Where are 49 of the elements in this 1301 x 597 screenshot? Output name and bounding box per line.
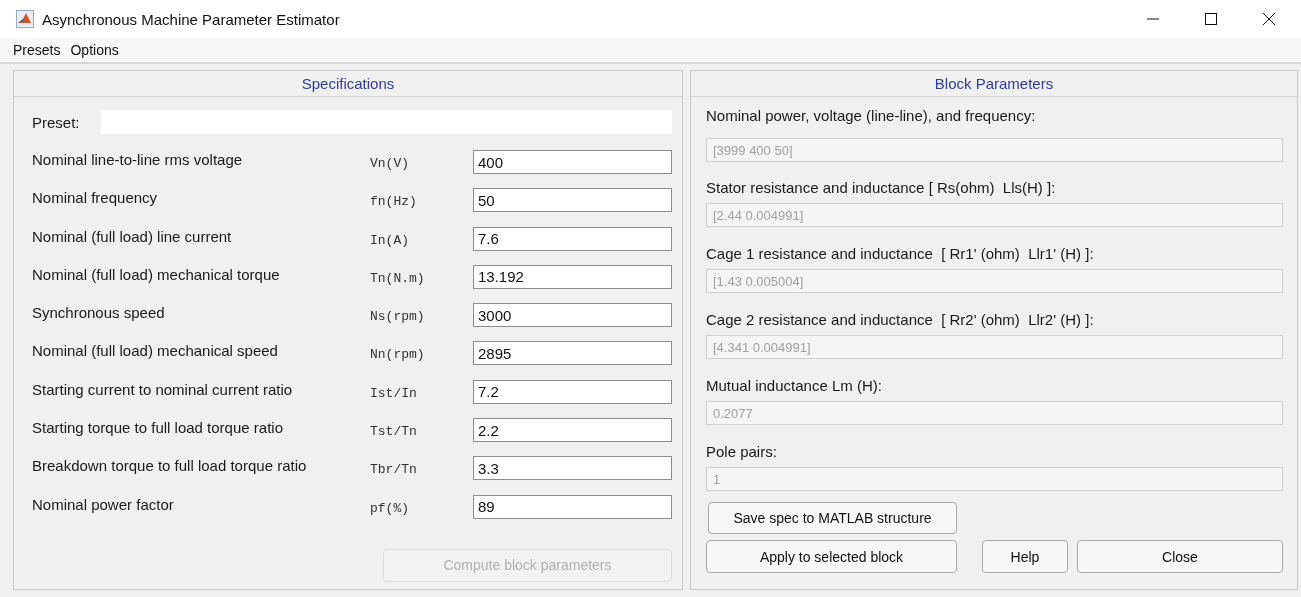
value-field[interactable]: 3.3 [473,456,672,481]
save-button[interactable]: Save spec to MATLAB structure [708,502,957,534]
parameter-label: Starting current to nominal current ratio [32,379,294,400]
symbol-label: Ist/In [370,384,418,403]
parameter-label: Nominal (full load) mechanical speed [32,341,279,362]
parameter-label: Nominal frequency [32,188,159,209]
value-field[interactable]: 2895 [473,341,672,366]
window-title: Asynchronous Machine Parameter Estimator [42,10,341,28]
panel-title: Block Parameters [934,75,1054,92]
parameter-label: Nominal (full load) mechanical torque [32,264,281,285]
close-button[interactable]: Close [1077,540,1283,573]
value-field[interactable]: 13.192 [473,264,672,289]
parameter-label: Breakdown torque to full load torque ratio [32,456,308,477]
parameter-label: Synchronous speed [32,303,166,324]
help-button[interactable]: Help [982,540,1068,573]
value-field[interactable]: 89 [473,494,672,519]
panel-title: Specifications [301,75,395,92]
close-icon [1263,13,1275,25]
symbol-label: Tbr/Tn [370,461,418,480]
parameter-label: Mutual inductance Lm (H): [706,376,883,396]
value-field[interactable]: 7.6 [473,226,672,251]
parameter-label: Stator resistance and inductance [ Rs(ohm) Lls(H) ]: [706,178,1057,198]
symbol-label: pf(%) [370,499,410,518]
parameter-label: Cage 2 resistance and inductance [ Rr2' (ohm) Llr2' (H) ]: [706,310,1095,330]
preset-label: Preset: [32,113,81,131]
menu-item[interactable]: Presets [8,42,66,58]
parameter-label: Cage 1 resistance and inductance [ Rr1' (ohm) Llr1' (H) ]: [706,244,1095,264]
symbol-label: Ns(rpm) [370,308,426,327]
symbol-label: fn(Hz) [370,193,418,212]
parameter-label: Nominal power, voltage (line-line), and frequency: [706,106,1037,126]
parameter-label: Nominal (full load) line current [32,226,233,247]
value-field[interactable]: 400 [473,150,672,174]
parameter-label: Pole pairs: [706,442,778,462]
symbol-label: Tst/Tn [370,423,418,442]
parameter-label: Starting torque to full load torque ratio [32,418,284,439]
value-field[interactable]: 50 [473,188,672,213]
app-icon [16,10,34,28]
apply-button[interactable]: Apply to selected block [706,540,957,573]
symbol-label: Tn(N.m) [370,269,426,288]
value-field[interactable]: 3000 [473,303,672,328]
symbol-label: In(A) [370,231,410,250]
menu-item[interactable]: Options [65,42,124,58]
parameter-label: Nominal line-to-line rms voltage [32,150,244,170]
value-field[interactable]: 2.2 [473,418,672,443]
symbol-label: Vn(V) [370,155,410,173]
symbol-label: Nn(rpm) [370,346,426,365]
value-field[interactable]: 7.2 [473,379,672,404]
maximize-icon [1205,13,1217,25]
parameter-label: Nominal power factor [32,494,175,515]
